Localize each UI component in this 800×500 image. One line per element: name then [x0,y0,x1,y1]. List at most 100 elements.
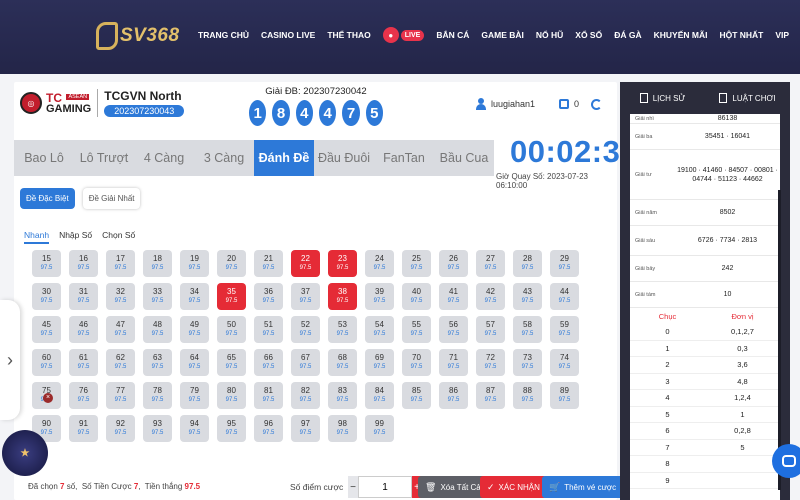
tab-game[interactable]: 3 Càng [194,140,254,176]
number-cell[interactable]: 33 97.5 [143,283,172,310]
tab-game[interactable]: Đầu Đuôi [314,140,374,176]
number-cell[interactable]: 23 97.5 [328,250,357,277]
number-cell[interactable]: 37 97.5 [291,283,320,310]
number-cell[interactable]: 86 97.5 [439,382,468,409]
number-cell[interactable]: 28 97.5 [513,250,542,277]
tab-game[interactable]: FanTan [374,140,434,176]
nav-link[interactable]: THỂ THAO [327,30,370,40]
number-cell[interactable]: 56 97.5 [439,316,468,343]
tab-rules[interactable]: LUẬT CHƠI [705,82,790,114]
number-cell[interactable]: 87 97.5 [476,382,505,409]
number-cell[interactable]: 76 97.5 [69,382,98,409]
number-cell[interactable]: 38 97.5 [328,283,357,310]
number-cell[interactable]: 83 97.5 [328,382,357,409]
number-cell[interactable]: 34 97.5 [180,283,209,310]
number-cell[interactable]: 67 97.5 [291,349,320,376]
number-cell[interactable]: 78 97.5 [143,382,172,409]
input-tab[interactable]: Nhanh [24,230,50,244]
chat-button[interactable] [772,444,800,478]
number-cell[interactable]: 68 97.5 [328,349,357,376]
number-cell[interactable]: 61 97.5 [69,349,98,376]
number-cell[interactable]: 45 97.5 [32,316,61,343]
number-cell[interactable]: 99 97.5 [365,415,394,442]
tab-game[interactable]: Bao Lô [14,140,74,176]
number-cell[interactable]: 62 97.5 [106,349,135,376]
number-cell[interactable]: 54 97.5 [365,316,394,343]
number-cell[interactable]: 71 97.5 [439,349,468,376]
nav-live[interactable]: ● LIVE [382,27,425,43]
number-cell[interactable]: 57 97.5 [476,316,505,343]
number-cell[interactable]: 48 97.5 [143,316,172,343]
nav-link[interactable]: KHUYẾN MÃI [654,30,708,40]
input-tab[interactable]: Nhập Số [59,230,92,244]
number-cell[interactable]: 36 97.5 [254,283,283,310]
number-cell[interactable]: 89 97.5 [550,382,579,409]
nav-link[interactable]: TRANG CHỦ [198,30,249,40]
number-cell[interactable]: 16 97.5 [69,250,98,277]
number-cell[interactable]: 43 97.5 [513,283,542,310]
number-cell[interactable]: 72 97.5 [476,349,505,376]
number-cell[interactable]: 81 97.5 [254,382,283,409]
number-cell[interactable]: 26 97.5 [439,250,468,277]
number-cell[interactable]: 95 97.5 [217,415,246,442]
number-cell[interactable]: 17 97.5 [106,250,135,277]
mode-tab[interactable]: Đề Giải Nhất [82,188,141,209]
number-cell[interactable]: 32 97.5 [106,283,135,310]
nav-link[interactable]: BẮN CÁ [436,30,469,40]
number-cell[interactable]: 91 97.5 [69,415,98,442]
number-cell[interactable]: 7597.5× [32,382,61,409]
remove-icon[interactable]: × [43,393,53,403]
number-cell[interactable]: 42 97.5 [476,283,505,310]
confirm-button[interactable]: ✓ XÁC NHẬN [480,476,547,498]
number-cell[interactable]: 74 97.5 [550,349,579,376]
number-cell[interactable]: 20 97.5 [217,250,246,277]
number-cell[interactable]: 44 97.5 [550,283,579,310]
number-cell[interactable]: 97 97.5 [291,415,320,442]
tab-game[interactable]: Bầu Cua [434,140,494,176]
number-cell[interactable]: 25 97.5 [402,250,431,277]
number-cell[interactable]: 93 97.5 [143,415,172,442]
number-cell[interactable]: 60 97.5 [32,349,61,376]
number-cell[interactable]: 85 97.5 [402,382,431,409]
number-cell[interactable]: 35 97.5 [217,283,246,310]
number-cell[interactable]: 82 97.5 [291,382,320,409]
number-cell[interactable]: 66 97.5 [254,349,283,376]
mode-tab[interactable]: Đề Đặc Biệt [20,188,75,209]
number-cell[interactable]: 58 97.5 [513,316,542,343]
nav-link[interactable]: XỔ SỐ [575,30,602,40]
minus-button[interactable]: − [348,476,358,498]
nav-link[interactable]: CASINO LIVE [261,30,315,40]
side-expand-handle[interactable]: › [0,300,20,420]
number-cell[interactable]: 39 97.5 [365,283,394,310]
tab-game[interactable]: 4 Càng [134,140,194,176]
number-cell[interactable]: 63 97.5 [143,349,172,376]
number-cell[interactable]: 46 97.5 [69,316,98,343]
number-cell[interactable]: 84 97.5 [365,382,394,409]
add-ticket-button[interactable]: 🛒 Thêm vé cược [542,476,624,498]
number-cell[interactable]: 55 97.5 [402,316,431,343]
number-cell[interactable]: 80 97.5 [217,382,246,409]
number-cell[interactable]: 19 97.5 [180,250,209,277]
nav-link[interactable]: VIP [775,30,789,40]
number-cell[interactable]: 88 97.5 [513,382,542,409]
number-cell[interactable]: 96 97.5 [254,415,283,442]
number-cell[interactable]: 18 97.5 [143,250,172,277]
number-cell[interactable]: 50 97.5 [217,316,246,343]
clear-all-button[interactable]: 🗑 Xóa Tất Cả [418,476,488,498]
number-cell[interactable]: 59 97.5 [550,316,579,343]
number-cell[interactable]: 73 97.5 [513,349,542,376]
number-cell[interactable]: 53 97.5 [328,316,357,343]
number-cell[interactable]: 98 97.5 [328,415,357,442]
number-cell[interactable]: 69 97.5 [365,349,394,376]
points-input[interactable] [358,476,412,498]
nav-link[interactable]: GAME BÀI [481,30,524,40]
number-cell[interactable]: 21 97.5 [254,250,283,277]
promo-mascot-icon[interactable]: ★ [2,430,48,476]
tab-game[interactable]: Đánh Đề [254,140,314,176]
number-cell[interactable]: 49 97.5 [180,316,209,343]
number-cell[interactable]: 77 97.5 [106,382,135,409]
tab-history[interactable]: LỊCH SỬ [620,82,705,114]
number-cell[interactable]: 65 97.5 [217,349,246,376]
nav-link[interactable]: HỘT NHẤT [719,30,763,40]
number-cell[interactable]: 92 97.5 [106,415,135,442]
